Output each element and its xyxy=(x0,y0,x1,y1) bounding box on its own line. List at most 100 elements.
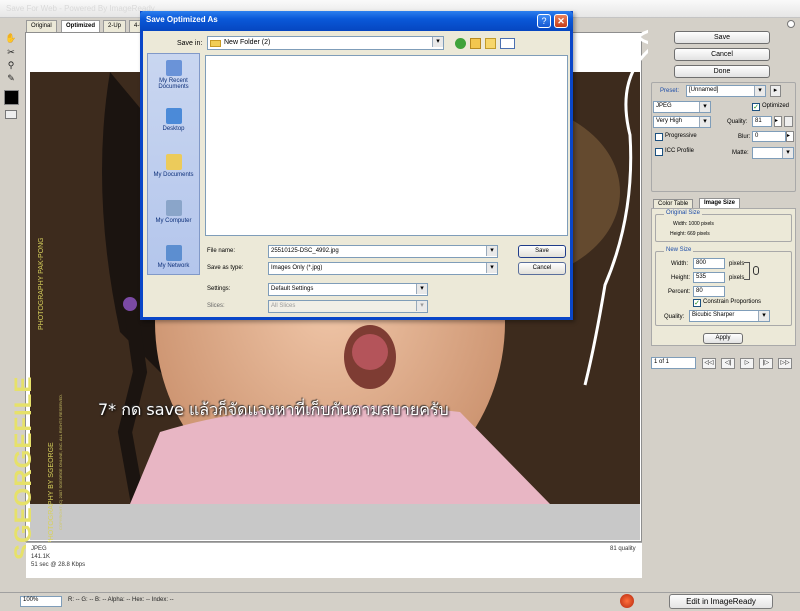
watermark-logo: SGEORGEFILE xyxy=(10,375,37,560)
watermark-line1: PHOTOGRAPHY PAK-PONG xyxy=(38,237,45,330)
save-in-label: Save in: xyxy=(177,40,203,47)
place-label: My Computer xyxy=(155,218,192,224)
toggle-slices-visibility-icon[interactable] xyxy=(5,110,17,119)
file-format-select[interactable]: JPEG xyxy=(653,101,711,113)
window-title: Save For Web - Powered By ImageReady xyxy=(6,4,155,13)
eyedropper-tool-icon[interactable]: ✎ xyxy=(4,72,18,84)
quality-readout: 81 quality xyxy=(610,546,636,552)
compression-quality-value: Very High xyxy=(656,118,683,124)
new-folder-icon[interactable] xyxy=(485,38,496,49)
places-my-network[interactable]: My Network xyxy=(147,245,200,269)
dialog-title: Save Optimized As xyxy=(146,15,218,24)
my-network-icon xyxy=(165,245,182,261)
height-input[interactable]: 535 xyxy=(693,272,725,283)
save-as-type-select[interactable]: Images Only (*.jpg) xyxy=(268,262,498,275)
slice-select-tool-icon[interactable]: ✂ xyxy=(4,46,18,58)
blur-value: 0 xyxy=(755,133,759,139)
icc-profile-label: ICC Profile xyxy=(665,148,695,154)
progressive-checkbox[interactable] xyxy=(655,133,663,141)
previous-frame-icon[interactable]: ◁| xyxy=(721,358,735,369)
my-computer-icon xyxy=(165,200,182,216)
download-time: 51 sec @ 28.8 Kbps xyxy=(31,562,86,568)
tab-original[interactable]: Original xyxy=(26,20,57,32)
matte-select[interactable] xyxy=(752,147,794,159)
up-folder-icon[interactable] xyxy=(470,38,481,49)
frame-counter: 1 of 1 xyxy=(651,357,696,369)
view-menu-icon[interactable] xyxy=(500,38,515,49)
cancel-button[interactable]: Cancel xyxy=(674,48,770,61)
hand-tool-icon[interactable]: ✋ xyxy=(4,32,18,44)
height-unit: pixels xyxy=(729,275,745,281)
optimized-info: JPEG 141.1K 51 sec @ 28.8 Kbps 81 qualit… xyxy=(26,542,642,578)
file-list-view[interactable] xyxy=(205,55,568,236)
height-value: 535 xyxy=(696,274,707,280)
constrain-proportions-checkbox[interactable]: ✓ xyxy=(693,299,701,307)
optimized-checkbox[interactable]: ✓ xyxy=(752,103,760,111)
panel-menu-icon[interactable] xyxy=(787,20,795,28)
icc-profile-checkbox[interactable] xyxy=(655,148,663,156)
resample-quality-label: Quality: xyxy=(664,314,685,320)
original-width: Width: 1000 pixels xyxy=(673,221,714,227)
last-frame-icon[interactable]: ▷▷ xyxy=(778,358,792,369)
eyedropper-color-swatch[interactable] xyxy=(4,90,19,105)
quality-input[interactable]: 81 xyxy=(752,116,772,127)
quality-channel-icon[interactable] xyxy=(784,116,793,127)
next-frame-icon[interactable]: |▷ xyxy=(759,358,773,369)
color-info-readout: R: -- G: -- B: -- Alpha: -- Hex: -- Inde… xyxy=(68,597,174,603)
tab-label: Image Size xyxy=(704,200,736,206)
preview-in-browser-icon[interactable] xyxy=(620,594,634,608)
resample-quality-select[interactable]: Bicubic Sharper xyxy=(689,310,770,322)
optimized-label: Optimized xyxy=(762,103,790,109)
dialog-save-button[interactable]: Save xyxy=(518,245,566,258)
settings-select[interactable]: Default Settings xyxy=(268,283,428,296)
new-size-title: New Size xyxy=(664,247,694,253)
canvas-empty-area xyxy=(30,504,640,540)
help-icon[interactable]: ? xyxy=(537,14,551,28)
tab-2up[interactable]: 2-Up xyxy=(103,20,127,32)
width-input[interactable]: 800 xyxy=(693,258,725,269)
zoom-level-select[interactable]: 100% xyxy=(20,596,62,607)
save-in-select[interactable]: New Folder (2) xyxy=(207,36,444,50)
percent-input[interactable]: 80 xyxy=(693,286,725,297)
tutorial-annotation: 7* กด save แล้วก็จัดแจงหาที่เก็บกันตามสบ… xyxy=(98,400,449,419)
places-my-computer[interactable]: My Computer xyxy=(147,200,200,224)
close-icon[interactable]: ✕ xyxy=(554,14,568,28)
slices-label: Slices: xyxy=(207,303,225,309)
places-desktop[interactable]: Desktop xyxy=(147,108,200,132)
original-size-group xyxy=(655,214,792,242)
quality-label: Quality: xyxy=(727,119,748,125)
file-format: JPEG xyxy=(31,546,47,552)
place-label: My Documents xyxy=(153,172,194,178)
slices-select[interactable]: All Slices xyxy=(268,300,428,313)
place-label: Desktop xyxy=(162,126,185,132)
blur-label: Blur: xyxy=(738,134,751,140)
blur-slider-arrow-icon[interactable]: ▸ xyxy=(786,131,794,142)
original-size-title: Original Size xyxy=(664,210,703,216)
slices-value: All Slices xyxy=(271,303,296,309)
back-icon[interactable] xyxy=(455,38,466,49)
blur-input[interactable]: 0 xyxy=(752,131,786,142)
first-frame-icon[interactable]: ◁◁ xyxy=(702,358,716,369)
file-name-input[interactable]: 25510125-DSC_4992.jpg xyxy=(268,245,498,258)
quality-slider-arrow-icon[interactable]: ▸ xyxy=(774,116,782,127)
quality-value: 81 xyxy=(755,118,762,124)
constrain-proportions-label: Constrain Proportions xyxy=(703,299,762,305)
resample-quality-value: Bicubic Sharper xyxy=(692,312,735,318)
apply-button[interactable]: Apply xyxy=(703,333,743,344)
dialog-cancel-button[interactable]: Cancel xyxy=(518,262,566,275)
done-button[interactable]: Done xyxy=(674,65,770,78)
tab-label: 2-Up xyxy=(108,23,122,29)
compression-quality-select[interactable]: Very High xyxy=(653,116,711,128)
edit-in-imageready-button[interactable]: Edit in ImageReady xyxy=(669,594,773,609)
save-button[interactable]: Save xyxy=(674,31,770,44)
zoom-tool-icon[interactable]: ⚲ xyxy=(4,59,18,71)
places-my-recent-documents[interactable]: My Recent Documents xyxy=(147,60,200,90)
save-as-type-value: Images Only (*.jpg) xyxy=(271,265,323,271)
width-value: 800 xyxy=(696,260,707,266)
recent-documents-icon xyxy=(165,60,182,76)
preset-menu-arrow-icon[interactable]: ▸ xyxy=(770,85,781,97)
places-my-documents[interactable]: My Documents xyxy=(147,154,200,178)
preset-select[interactable]: [Unnamed] xyxy=(686,85,766,97)
preset-value: [Unnamed] xyxy=(689,87,719,93)
play-icon[interactable]: ▷ xyxy=(740,358,754,369)
